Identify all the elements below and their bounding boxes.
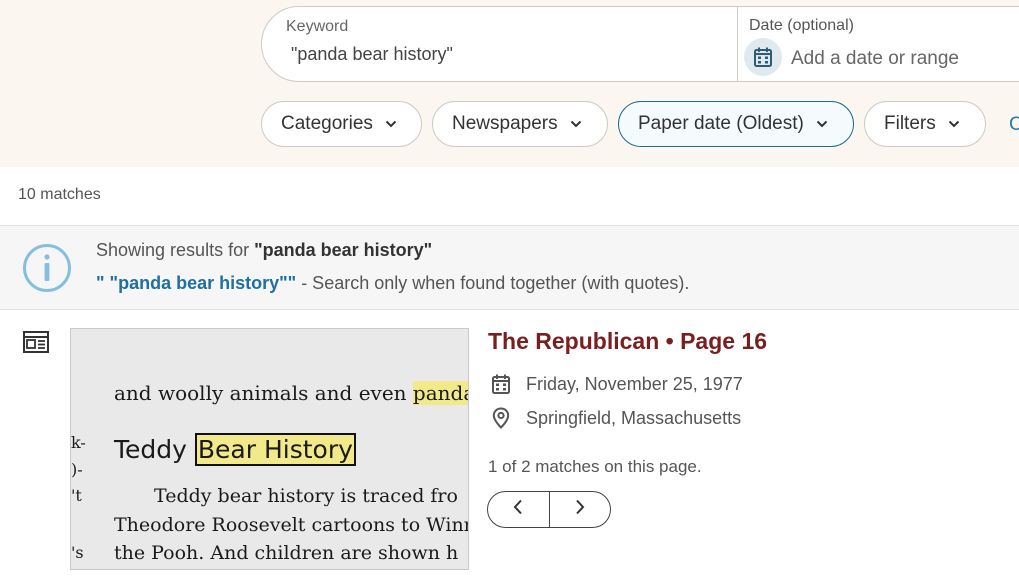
keyword-input[interactable]: "panda bear history" bbox=[291, 44, 453, 65]
chevron-right-icon bbox=[575, 499, 585, 520]
chevron-left-icon bbox=[513, 499, 523, 520]
showing-results-text: Showing results for "panda bear history" bbox=[96, 240, 432, 261]
search-notice: Showing results for "panda bear history"… bbox=[0, 225, 1019, 310]
result-location-row: Springfield, Massachusetts bbox=[488, 407, 741, 429]
snippet-highlight: Bear History bbox=[194, 433, 356, 466]
calendar-icon bbox=[488, 373, 514, 395]
clear-filters-link[interactable]: C bbox=[1009, 114, 1019, 136]
snippet-line: Theodore Roosevelt cartoons to Winn bbox=[114, 514, 469, 536]
date-label: Date (optional) bbox=[749, 17, 854, 34]
result-thumbnail[interactable]: and woolly animals and even pandas. Tedd… bbox=[70, 328, 469, 570]
keyword-label: Keyword bbox=[286, 18, 349, 35]
categories-dropdown[interactable]: Categories bbox=[261, 101, 422, 147]
showing-query: "panda bear history" bbox=[254, 240, 433, 260]
info-icon bbox=[22, 243, 72, 298]
snippet-margin: 't bbox=[71, 486, 82, 505]
filters-dropdown[interactable]: Filters bbox=[864, 101, 986, 147]
next-match-button[interactable] bbox=[550, 492, 611, 527]
snippet-margin: 's bbox=[71, 543, 84, 562]
result-date: Friday, November 25, 1977 bbox=[526, 373, 743, 394]
snippet-text: and woolly animals and even bbox=[114, 381, 413, 405]
sort-dropdown[interactable]: Paper date (Oldest) bbox=[618, 101, 854, 147]
snippet-heading: Teddy Bear History bbox=[114, 433, 356, 466]
snippet-line: and woolly animals and even pandas. bbox=[114, 381, 468, 405]
page-match-count: 1 of 2 matches on this page. bbox=[488, 457, 702, 476]
snippet-highlight: pandas bbox=[412, 381, 468, 405]
exact-phrase-suggestion: " "panda bear history"" - Search only wh… bbox=[96, 273, 689, 294]
result-date-row: Friday, November 25, 1977 bbox=[488, 373, 743, 395]
search-box: Keyword "panda bear history" Date (optio… bbox=[261, 6, 1019, 82]
snippet-line: Teddy bear history is traced fro bbox=[154, 485, 458, 507]
match-pager bbox=[487, 491, 611, 528]
result-title[interactable]: The Republican • Page 16 bbox=[488, 328, 767, 355]
search-divider bbox=[737, 7, 738, 81]
chevron-down-icon bbox=[570, 120, 582, 128]
filters-label: Filters bbox=[884, 113, 936, 134]
date-input[interactable]: Add a date or range bbox=[791, 48, 959, 70]
chevron-down-icon bbox=[385, 120, 397, 128]
chevron-down-icon bbox=[948, 120, 960, 128]
snippet-line: the Pooh. And children are shown h bbox=[114, 542, 459, 564]
exact-phrase-link[interactable]: " "panda bear history"" bbox=[96, 273, 296, 293]
calendar-icon[interactable] bbox=[744, 38, 782, 76]
result-location: Springfield, Massachusetts bbox=[526, 407, 742, 428]
newspapers-dropdown[interactable]: Newspapers bbox=[432, 101, 608, 147]
chevron-down-icon bbox=[816, 120, 828, 128]
prev-match-button[interactable] bbox=[488, 492, 549, 527]
exact-phrase-description: - Search only when found together (with … bbox=[296, 273, 690, 293]
location-pin-icon bbox=[488, 407, 514, 429]
categories-label: Categories bbox=[281, 113, 373, 134]
newspaper-icon bbox=[23, 331, 49, 358]
sort-label: Paper date (Oldest) bbox=[638, 113, 804, 134]
snippet-text: Teddy bbox=[114, 435, 195, 464]
results-count: 10 matches bbox=[18, 186, 101, 203]
snippet-margin: )- bbox=[71, 460, 83, 479]
newspapers-label: Newspapers bbox=[452, 113, 558, 134]
showing-prefix: Showing results for bbox=[96, 240, 250, 260]
snippet-margin: k- bbox=[71, 433, 86, 452]
